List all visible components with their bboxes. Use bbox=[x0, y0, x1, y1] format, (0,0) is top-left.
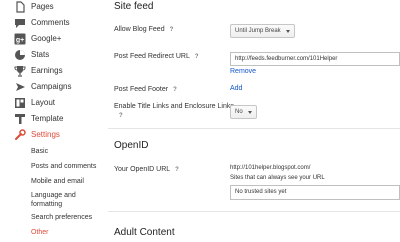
section-divider bbox=[108, 128, 400, 129]
help-icon[interactable]: ? bbox=[119, 112, 123, 121]
chevron-down-icon bbox=[247, 110, 252, 114]
add-footer-link[interactable]: Add bbox=[230, 85, 242, 92]
sidebar-item-layout[interactable]: Layout bbox=[0, 96, 105, 112]
openid-title: OpenID bbox=[114, 140, 149, 151]
layout-icon bbox=[14, 97, 26, 109]
trusted-sites-box: No trusted sites yet bbox=[230, 185, 400, 200]
sidebar-item-label: Layout bbox=[31, 98, 56, 107]
stats-icon bbox=[14, 49, 26, 61]
sidebar: Pages Comments g+ Google+ Stats Earnings bbox=[0, 0, 105, 242]
settings-subitem-other[interactable]: Other bbox=[31, 228, 107, 237]
comments-icon bbox=[14, 17, 26, 29]
allow-blog-feed-dropdown[interactable]: Until Jump Break bbox=[230, 24, 295, 38]
google-plus-icon: g+ bbox=[14, 33, 26, 45]
settings-subitem-basic[interactable]: Basic bbox=[31, 147, 107, 156]
openid-url-hint: Sites that can always see your URL bbox=[230, 175, 325, 181]
sidebar-item-template[interactable]: Template bbox=[0, 112, 105, 128]
sidebar-item-label: Earnings bbox=[31, 66, 63, 75]
sidebar-item-label: Comments bbox=[31, 18, 70, 27]
sidebar-item-pages[interactable]: Pages bbox=[0, 0, 105, 16]
sidebar-item-google-plus[interactable]: g+ Google+ bbox=[0, 32, 105, 48]
title-links-value: No bbox=[235, 109, 243, 115]
template-icon bbox=[14, 113, 26, 125]
help-icon[interactable]: ? bbox=[170, 26, 174, 35]
sidebar-item-stats[interactable]: Stats bbox=[0, 48, 105, 64]
allow-blog-feed-label: Allow Blog Feed? bbox=[114, 25, 173, 35]
settings-subitem-posts-and-comments[interactable]: Posts and comments bbox=[31, 162, 107, 171]
title-links-label-text: Enable Title Links and Enclosure Links bbox=[114, 103, 234, 110]
settings-subitem-mobile-and-email[interactable]: Mobile and email bbox=[31, 177, 107, 186]
sidebar-item-campaigns[interactable]: Campaigns bbox=[0, 80, 105, 96]
sidebar-item-settings[interactable]: Settings bbox=[0, 128, 105, 144]
post-feed-redirect-input[interactable]: http://feeds.feedburner.com/101Helper bbox=[230, 52, 400, 66]
title-links-label: Enable Title Links and Enclosure Links? bbox=[114, 102, 234, 121]
post-feed-redirect-label-text: Post Feed Redirect URL bbox=[114, 53, 190, 60]
allow-blog-feed-value: Until Jump Break bbox=[235, 28, 281, 34]
openid-url-label: Your OpenID URL? bbox=[114, 165, 179, 175]
post-feed-redirect-label: Post Feed Redirect URL? bbox=[114, 52, 199, 62]
sidebar-item-label: Settings bbox=[31, 130, 60, 139]
sidebar-item-earnings[interactable]: Earnings bbox=[0, 64, 105, 80]
post-feed-footer-label-text: Post Feed Footer bbox=[114, 86, 169, 93]
sidebar-item-comments[interactable]: Comments bbox=[0, 16, 105, 32]
remove-redirect-link[interactable]: Remove bbox=[230, 68, 256, 75]
settings-main: Site feed Allow Blog Feed? Until Jump Br… bbox=[108, 0, 400, 242]
section-divider bbox=[108, 211, 400, 212]
settings-icon bbox=[14, 129, 26, 141]
openid-url-label-text: Your OpenID URL bbox=[114, 166, 171, 173]
site-feed-title: Site feed bbox=[114, 1, 154, 12]
sidebar-item-label: Pages bbox=[31, 2, 54, 11]
openid-url-value: http://101helper.blogspot.com/ bbox=[230, 165, 311, 171]
blogger-settings-page: Pages Comments g+ Google+ Stats Earnings bbox=[0, 0, 400, 242]
title-links-dropdown[interactable]: No bbox=[230, 105, 257, 119]
earnings-icon bbox=[14, 65, 26, 77]
allow-blog-feed-label-text: Allow Blog Feed bbox=[114, 26, 165, 33]
settings-subitem-language-and-formatting[interactable]: Language and formatting bbox=[31, 191, 107, 209]
pages-icon bbox=[14, 1, 26, 13]
help-icon[interactable]: ? bbox=[195, 53, 199, 62]
chevron-down-icon bbox=[285, 29, 290, 33]
sidebar-item-label: Google+ bbox=[31, 34, 62, 43]
campaigns-icon bbox=[14, 81, 26, 93]
help-icon[interactable]: ? bbox=[173, 86, 177, 95]
help-icon[interactable]: ? bbox=[175, 166, 179, 175]
post-feed-footer-label: Post Feed Footer? bbox=[114, 85, 177, 95]
settings-subitem-search-preferences[interactable]: Search preferences bbox=[31, 213, 107, 222]
svg-text:g+: g+ bbox=[16, 37, 24, 44]
sidebar-item-label: Stats bbox=[31, 50, 50, 59]
sidebar-item-label: Campaigns bbox=[31, 82, 72, 91]
adult-content-title: Adult Content bbox=[114, 227, 175, 238]
sidebar-item-label: Template bbox=[31, 114, 64, 123]
